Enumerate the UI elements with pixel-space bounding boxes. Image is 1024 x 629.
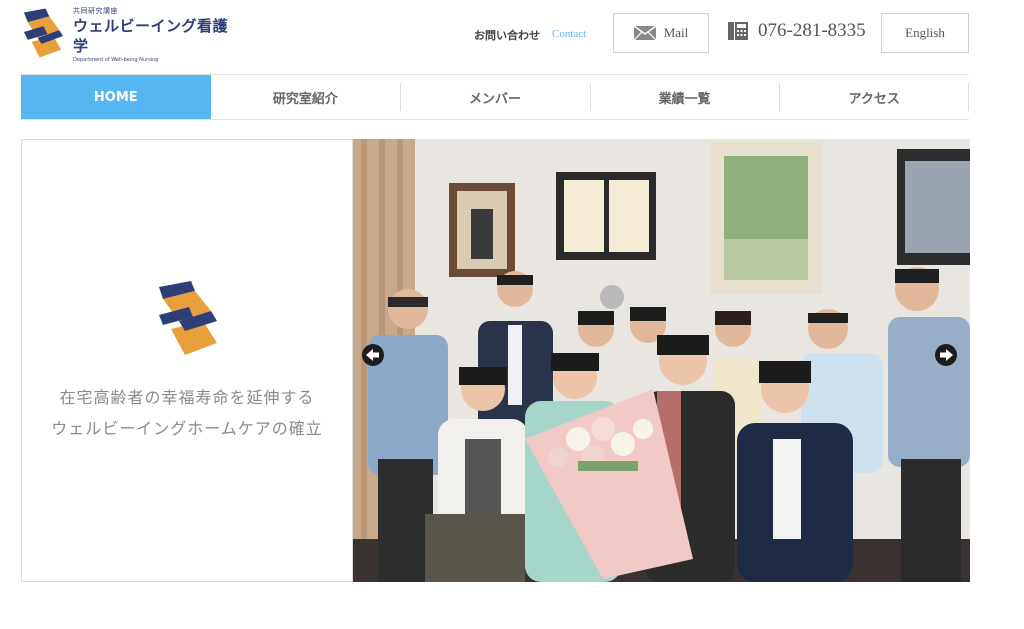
envelope-icon xyxy=(633,26,656,40)
arrow-left-icon xyxy=(366,349,379,361)
nav-item-home[interactable]: HOME xyxy=(21,75,211,119)
inquiry-label: お問い合わせ xyxy=(474,29,540,42)
nav-item-publications[interactable]: 業績一覧 xyxy=(589,75,780,119)
logo-small-text: 共同研究講座 xyxy=(73,6,119,15)
fax-phone-icon xyxy=(728,22,748,40)
contact-link[interactable]: Contact xyxy=(552,28,586,40)
mail-button[interactable]: Mail xyxy=(613,13,709,53)
hero-logo-icon xyxy=(159,281,217,355)
phone-number: 076-281-8335 xyxy=(728,20,866,42)
phone-text: 076-281-8335 xyxy=(758,20,866,41)
hero-tagline-line2: ウェルビーイングホームケアの確立 xyxy=(51,419,323,438)
hero-tagline-line1: 在宅高齢者の幸福寿命を延伸する xyxy=(59,388,315,407)
nav-item-lab-intro[interactable]: 研究室紹介 xyxy=(211,75,401,119)
slider-prev-button[interactable] xyxy=(362,344,384,366)
logo-mark-icon xyxy=(23,8,64,58)
slider-next-button[interactable] xyxy=(935,344,957,366)
hero-group-photo xyxy=(353,139,970,582)
main-nav: HOME 研究室紹介 メンバー 業績一覧 アクセス xyxy=(21,74,969,120)
site-logo[interactable]: 共同研究講座 ウェルビーイング看護学 Department of Well-be… xyxy=(20,6,240,64)
group-photo-image xyxy=(353,139,970,582)
arrow-right-icon xyxy=(940,349,953,361)
english-button[interactable]: English xyxy=(881,13,969,53)
logo-subtitle: Department of Well-being Nursing xyxy=(73,56,159,63)
mail-label: Mail xyxy=(663,25,689,40)
hero-text-panel: 在宅高齢者の幸福寿命を延伸する ウェルビーイングホームケアの確立 xyxy=(21,139,353,582)
nav-item-access[interactable]: アクセス xyxy=(779,75,969,119)
logo-title: ウェルビーイング看護学 xyxy=(73,16,229,55)
nav-item-members[interactable]: メンバー xyxy=(400,75,590,119)
